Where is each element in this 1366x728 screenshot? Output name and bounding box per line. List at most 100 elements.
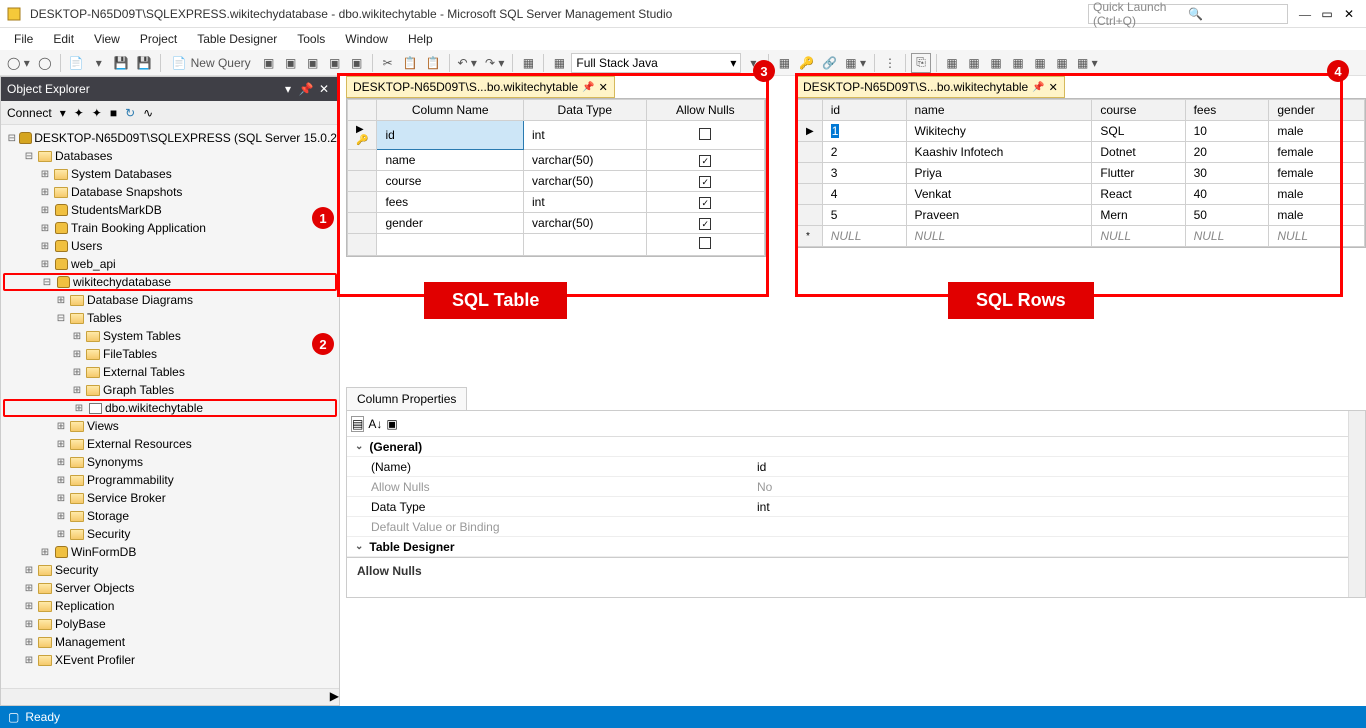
tree-node[interactable]: ⊞WinFormDB xyxy=(3,543,337,561)
designer-tab[interactable]: DESKTOP-N65D09T\S...bo.wikitechytable 📌 … xyxy=(346,76,615,98)
menu-window[interactable]: Window xyxy=(335,30,398,48)
tree-node[interactable]: ⊞Storage xyxy=(3,507,337,525)
cell[interactable]: name xyxy=(377,150,524,171)
nav-back-button[interactable]: ◯ ▾ xyxy=(4,53,33,73)
tab-close-icon[interactable]: ✕ xyxy=(1049,81,1058,94)
cell[interactable]: NULL xyxy=(822,226,906,247)
cell[interactable]: gender xyxy=(377,213,524,234)
mdx-icon[interactable]: ▣ xyxy=(281,53,301,73)
column-header[interactable]: Data Type xyxy=(524,100,647,121)
cell[interactable] xyxy=(377,234,524,256)
activity-icon[interactable]: ∿ xyxy=(143,106,153,120)
cell[interactable]: NULL xyxy=(1092,226,1185,247)
tree-node[interactable]: ⊞External Resources xyxy=(3,435,337,453)
row-header[interactable] xyxy=(348,192,377,213)
allow-nulls-checkbox[interactable] xyxy=(646,234,764,256)
row-header[interactable] xyxy=(348,213,377,234)
tree-node[interactable]: ⊞XEvent Profiler xyxy=(3,651,337,669)
tree-node[interactable]: ⊞Security xyxy=(3,561,337,579)
tree-node[interactable]: ⊞Synonyms xyxy=(3,453,337,471)
cell[interactable]: NULL xyxy=(1269,226,1365,247)
row-header[interactable] xyxy=(798,142,823,163)
allow-nulls-checkbox[interactable]: ✓ xyxy=(646,213,764,234)
server-node[interactable]: DESKTOP-N65D09T\SQLEXPRESS (SQL Server 1… xyxy=(34,131,337,145)
tree-node[interactable]: ⊞Graph Tables xyxy=(3,381,337,399)
open-icon[interactable]: ▾ xyxy=(89,53,109,73)
row-header[interactable]: ▶ xyxy=(798,121,823,142)
tree-node[interactable]: ⊞External Tables xyxy=(3,363,337,381)
cell[interactable]: id xyxy=(377,121,524,150)
dmx-icon[interactable]: ▣ xyxy=(303,53,323,73)
tree-node[interactable]: ⊞dbo.wikitechytable xyxy=(3,399,337,417)
allow-nulls-checkbox[interactable] xyxy=(646,121,764,150)
tree-node[interactable]: ⊞System Databases xyxy=(3,165,337,183)
new-query-button[interactable]: 📄 New Query xyxy=(166,53,257,73)
cell[interactable]: Venkat xyxy=(906,184,1092,205)
pin-icon[interactable]: 📌 xyxy=(582,82,594,93)
script-icon[interactable]: ⎘ xyxy=(911,53,931,73)
row-header[interactable] xyxy=(798,184,823,205)
relation-icon[interactable]: 🔗 xyxy=(819,53,840,73)
property-row[interactable]: (Name)id xyxy=(347,457,1348,477)
tree-node[interactable]: ⊞PolyBase xyxy=(3,615,337,633)
property-row[interactable]: Data Typeint xyxy=(347,497,1348,517)
tree-node[interactable]: ⊞Server Objects xyxy=(3,579,337,597)
save-all-icon[interactable]: 💾 xyxy=(134,53,155,73)
tool-icon[interactable]: ▦ xyxy=(1008,53,1028,73)
column-header[interactable]: name xyxy=(906,100,1092,121)
tool-icon[interactable]: ▦ xyxy=(942,53,962,73)
cell[interactable]: Praveen xyxy=(906,205,1092,226)
cell[interactable]: int xyxy=(524,192,647,213)
cell[interactable]: 50 xyxy=(1185,205,1269,226)
allow-nulls-checkbox[interactable]: ✓ xyxy=(646,171,764,192)
close-panel-icon[interactable]: ✕ xyxy=(315,82,333,96)
tree-node[interactable]: ⊞Management xyxy=(3,633,337,651)
data-tab[interactable]: DESKTOP-N65D09T\S...bo.wikitechytable 📌 … xyxy=(796,76,1065,98)
allow-nulls-checkbox[interactable]: ✓ xyxy=(646,192,764,213)
de-icon[interactable]: ▣ xyxy=(259,53,279,73)
cell[interactable]: 1 xyxy=(822,121,906,142)
dax-icon[interactable]: ▣ xyxy=(347,53,367,73)
diagram-icon[interactable]: ▦ xyxy=(774,53,794,73)
tool-icon[interactable]: ▦ xyxy=(964,53,984,73)
quick-launch-input[interactable]: Quick Launch (Ctrl+Q) 🔍 xyxy=(1088,4,1288,24)
columns-grid[interactable]: Column Name Data Type Allow Nulls ▶🔑idin… xyxy=(347,99,765,256)
property-row[interactable]: Allow NullsNo xyxy=(347,477,1348,497)
cell[interactable]: 20 xyxy=(1185,142,1269,163)
cell[interactable]: React xyxy=(1092,184,1185,205)
cell[interactable]: 5 xyxy=(822,205,906,226)
tree-node[interactable]: ⊞web_api xyxy=(3,255,337,273)
cell[interactable]: 40 xyxy=(1185,184,1269,205)
menu-help[interactable]: Help xyxy=(398,30,443,48)
tree-node[interactable]: ⊞System Tables xyxy=(3,327,337,345)
row-header[interactable] xyxy=(348,234,377,256)
tool-icon[interactable]: ▦ xyxy=(1052,53,1072,73)
cell[interactable]: SQL xyxy=(1092,121,1185,142)
column-header[interactable]: Column Name xyxy=(377,100,524,121)
menu-view[interactable]: View xyxy=(84,30,130,48)
menu-tools[interactable]: Tools xyxy=(287,30,335,48)
cell[interactable]: Priya xyxy=(906,163,1092,184)
row-header[interactable] xyxy=(348,171,377,192)
property-row[interactable]: Default Value or Binding xyxy=(347,517,1348,537)
restore-button[interactable]: ▭ xyxy=(1316,3,1338,25)
tree-node[interactable]: ⊞Programmability xyxy=(3,471,337,489)
tree-node[interactable]: ⊞Users xyxy=(3,237,337,255)
menu-table-designer[interactable]: Table Designer xyxy=(187,30,287,48)
cell[interactable]: female xyxy=(1269,163,1365,184)
cell[interactable]: 30 xyxy=(1185,163,1269,184)
grid-icon[interactable]: ▦ xyxy=(518,53,538,73)
tree-node[interactable]: ⊞Service Broker xyxy=(3,489,337,507)
tool-icon[interactable]: ▦ xyxy=(986,53,1006,73)
close-button[interactable]: ✕ xyxy=(1338,3,1360,25)
cut-icon[interactable]: ✂ xyxy=(378,53,398,73)
cell[interactable]: Dotnet xyxy=(1092,142,1185,163)
column-header[interactable]: Allow Nulls xyxy=(646,100,764,121)
pin-icon[interactable]: 📌 xyxy=(297,82,315,96)
index-icon[interactable]: ▦ ▾ xyxy=(842,53,869,73)
copy-icon[interactable]: 📋 xyxy=(400,53,421,73)
property-section[interactable]: ⌄(General) xyxy=(347,437,1348,457)
tree-node[interactable]: ⊞Replication xyxy=(3,597,337,615)
tree-node[interactable]: ⊞Security xyxy=(3,525,337,543)
refresh-icon[interactable]: ↻ xyxy=(125,106,135,120)
